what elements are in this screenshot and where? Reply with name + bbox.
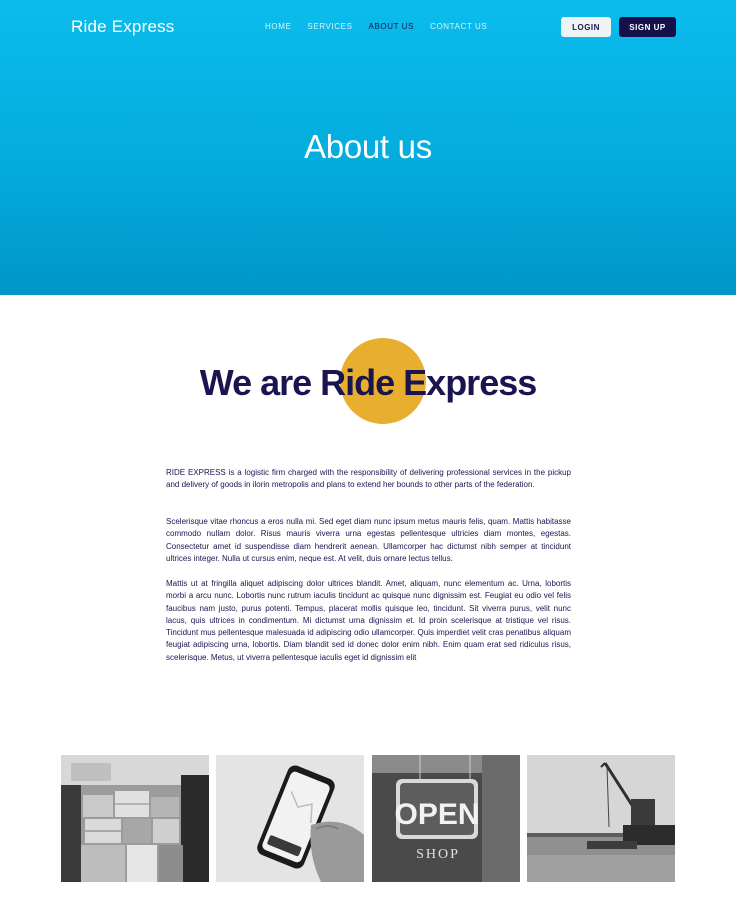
body-paragraph: Scelerisque vitae rhoncus a eros nulla m…	[166, 517, 571, 563]
nav-home-link[interactable]: HOME	[265, 22, 291, 32]
brand-name: Ride Express	[71, 17, 175, 36]
gallery-photo-warehouse	[61, 755, 209, 882]
shop-sign-text: SHOP	[416, 847, 460, 862]
body-paragraph: Mattis ut at fringilla aliquet adipiscin…	[166, 579, 571, 662]
signup-button[interactable]: SIGN UP	[619, 17, 676, 37]
nav-services-link[interactable]: SERVICES	[307, 22, 352, 32]
gallery-photo-phone	[216, 755, 364, 882]
brand-logo[interactable]: Ride Express	[71, 16, 175, 38]
hero-banner: Ride Express HOME SERVICES ABOUT US CONT…	[0, 0, 736, 295]
nav-about-link[interactable]: ABOUT US	[369, 22, 415, 32]
nav-contact-link[interactable]: CONTACT US	[430, 22, 487, 32]
main-nav: HOME SERVICES ABOUT US CONTACT US	[265, 22, 503, 32]
intro-paragraph: RIDE EXPRESS is a logistic firm charged …	[166, 468, 571, 490]
page-title: About us	[304, 128, 432, 165]
login-button[interactable]: LOGIN	[561, 17, 611, 37]
gallery-photo-ship	[527, 755, 675, 882]
section-headline: We are Ride Express	[199, 362, 538, 403]
gallery-photo-open-sign: OPEN SHOP	[372, 755, 520, 882]
open-sign-text: OPEN	[394, 798, 479, 831]
